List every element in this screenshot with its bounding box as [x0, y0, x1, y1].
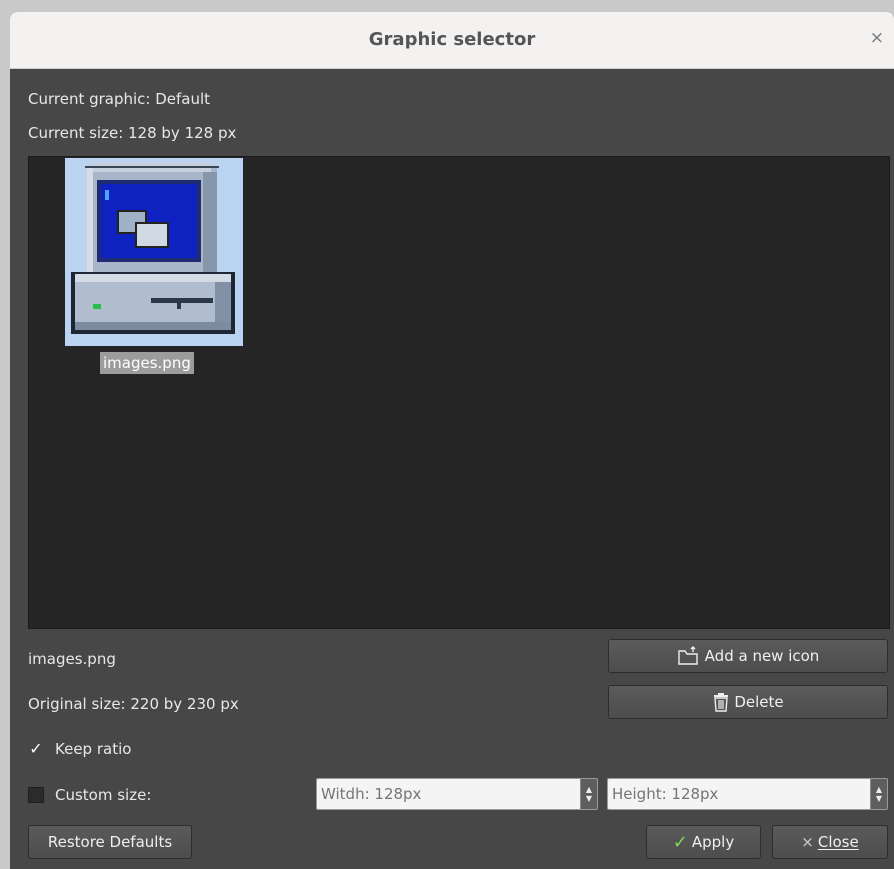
width-spinbox[interactable]: ▲ ▼	[316, 778, 598, 810]
current-size-label: Current size: 128 by 128 px	[28, 124, 237, 142]
close-icon[interactable]: ×	[870, 28, 884, 48]
stepper-down-icon[interactable]: ▼	[586, 794, 592, 803]
folder-add-icon	[677, 646, 698, 665]
apply-label: Apply	[691, 833, 735, 851]
keep-ratio-checkbox[interactable]: ✓	[28, 741, 44, 757]
height-input[interactable]	[608, 779, 869, 809]
current-graphic-label: Current graphic: Default	[28, 90, 211, 108]
width-input[interactable]	[317, 779, 579, 809]
add-icon-label: Add a new icon	[704, 647, 820, 665]
graphic-selector-dialog: Graphic selector × Current graphic: Defa…	[10, 12, 894, 869]
height-spinbox[interactable]: ▲ ▼	[607, 778, 888, 810]
width-stepper[interactable]: ▲ ▼	[580, 779, 597, 809]
computer-icon	[71, 162, 235, 334]
stepper-up-icon[interactable]: ▲	[586, 785, 592, 794]
close-label: Close	[817, 833, 859, 851]
close-button[interactable]: × Close	[772, 825, 888, 859]
stepper-down-icon[interactable]: ▼	[876, 794, 882, 803]
close-icon: ×	[801, 833, 814, 851]
restore-defaults-button[interactable]: Restore Defaults	[28, 825, 192, 859]
add-icon-button[interactable]: Add a new icon	[608, 639, 888, 673]
stepper-up-icon[interactable]: ▲	[876, 785, 882, 794]
title-bar[interactable]: Graphic selector ×	[10, 12, 894, 69]
custom-size-checkbox[interactable]	[28, 787, 44, 803]
keep-ratio-label: Keep ratio	[55, 740, 132, 758]
delete-button[interactable]: Delete	[608, 685, 888, 719]
icon-filename: images.png	[100, 352, 194, 374]
dialog-title: Graphic selector	[368, 29, 536, 50]
icon-thumbnail	[65, 158, 243, 346]
icon-view[interactable]: images.png	[28, 156, 890, 629]
delete-label: Delete	[734, 693, 784, 711]
restore-defaults-label: Restore Defaults	[47, 833, 173, 851]
trash-icon	[714, 693, 729, 712]
selected-filename-label: images.png	[28, 650, 116, 668]
height-stepper[interactable]: ▲ ▼	[870, 779, 887, 809]
apply-button[interactable]: ✓ Apply	[646, 825, 761, 859]
check-icon: ✓	[672, 831, 688, 853]
custom-size-label: Custom size:	[55, 786, 152, 804]
original-size-label: Original size: 220 by 230 px	[28, 695, 239, 713]
